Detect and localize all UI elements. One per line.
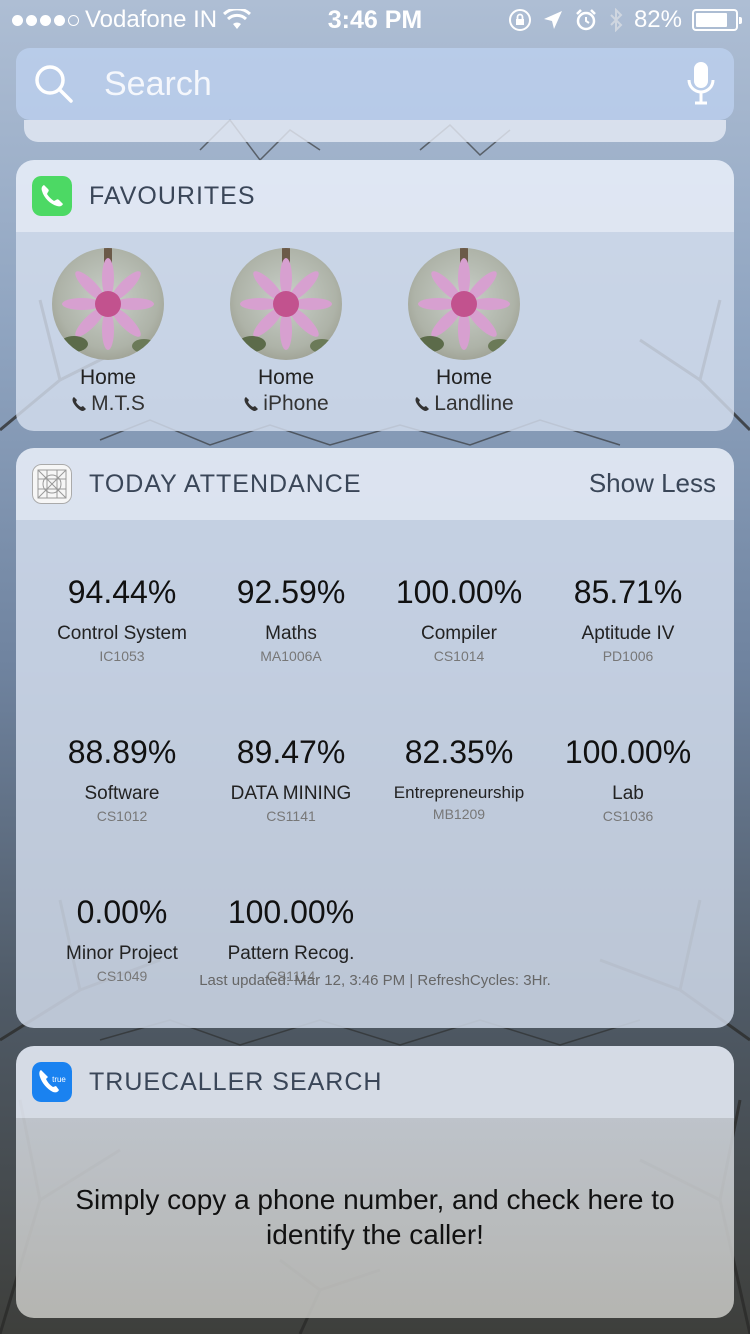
- favourite-contact[interactable]: Home M.T.S: [28, 248, 188, 416]
- subject-code: MB1209: [432, 806, 486, 822]
- attendance-item[interactable]: 85.71% Aptitude IV PD1006: [543, 574, 713, 664]
- contact-label: Landline: [434, 392, 514, 415]
- location-icon: [543, 11, 562, 29]
- subject-code: MA1006A: [260, 648, 322, 664]
- subject-code: CS1141: [266, 808, 316, 824]
- favourites-header[interactable]: FAVOURITES: [16, 160, 734, 232]
- status-bar: Vodafone IN 3:46 PM 82%: [0, 0, 750, 40]
- orientation-lock-icon: [508, 9, 531, 31]
- attendance-percent: 100.00%: [564, 734, 692, 770]
- attendance-percent: 89.47%: [236, 734, 346, 770]
- collapsed-widget-edge: [24, 120, 726, 142]
- spotlight-search-bar[interactable]: [16, 48, 734, 120]
- subject-name: Entrepreneurship: [393, 783, 525, 802]
- attendance-percent: 88.89%: [67, 734, 177, 770]
- attendance-percent: 85.71%: [573, 574, 683, 610]
- attendance-item[interactable]: 94.44% Control System IC1053: [37, 574, 207, 664]
- contact-name: Home: [435, 366, 493, 389]
- subject-code: IC1053: [99, 648, 145, 664]
- attendance-header[interactable]: TODAY ATTENDANCE Show Less: [16, 448, 734, 520]
- show-less-button[interactable]: Show Less: [589, 468, 716, 499]
- attendance-body: 94.44% Control System IC1053 92.59% Math…: [16, 520, 734, 1028]
- bluetooth-icon: [610, 8, 623, 32]
- attendance-item[interactable]: 92.59% Maths MA1006A: [206, 574, 376, 664]
- battery-fill: [696, 13, 728, 27]
- avatar: [52, 248, 164, 360]
- subject-code: CS1012: [96, 808, 148, 824]
- attendance-item[interactable]: 100.00% Compiler CS1014: [374, 574, 544, 664]
- contact-number-label: Landline: [384, 392, 544, 416]
- attendance-percent: 100.00%: [227, 894, 355, 930]
- truecaller-header[interactable]: true TRUECALLER SEARCH: [16, 1046, 734, 1118]
- attendance-item[interactable]: 88.89% Software CS1012: [37, 734, 207, 824]
- last-updated-text: Last updated: Mar 12, 3:46 PM | RefreshC…: [199, 972, 551, 989]
- search-icon: [35, 65, 73, 103]
- attendance-item[interactable]: 0.00% Minor Project CS1049: [37, 894, 207, 984]
- phone-icon: [72, 397, 87, 411]
- favourite-contact[interactable]: Home iPhone: [206, 248, 366, 416]
- contact-label: iPhone: [263, 392, 329, 415]
- truecaller-body: Simply copy a phone number, and check he…: [16, 1118, 734, 1318]
- attendance-percent: 100.00%: [395, 574, 523, 610]
- battery-percent: 82%: [633, 6, 682, 33]
- phone-icon: [415, 397, 430, 411]
- favourite-contact[interactable]: Home Landline: [384, 248, 544, 416]
- favourites-widget: FAVOURITES Home M.T.S Home iPhone Home L…: [16, 160, 734, 431]
- attendance-percent: 94.44%: [67, 574, 177, 610]
- phone-app-icon: [32, 176, 72, 216]
- subject-name: Minor Project: [66, 943, 178, 964]
- truecaller-widget: true TRUECALLER SEARCH Simply copy a pho…: [16, 1046, 734, 1318]
- subject-name: Compiler: [420, 623, 498, 644]
- attendance-percent: 82.35%: [404, 734, 514, 770]
- subject-code: CS1014: [433, 648, 485, 664]
- battery-icon: [692, 9, 742, 31]
- attendance-percent: 0.00%: [76, 894, 168, 930]
- attendance-item[interactable]: 100.00% Lab CS1036: [543, 734, 713, 824]
- alarm-icon: [576, 9, 596, 31]
- subject-code: PD1006: [602, 648, 654, 664]
- contact-name: Home: [79, 366, 137, 389]
- status-right: 82%: [508, 6, 742, 34]
- contact-number-label: iPhone: [206, 392, 366, 416]
- subject-name: DATA MINING: [230, 783, 352, 804]
- favourites-title: FAVOURITES: [89, 182, 256, 210]
- subject-name: Maths: [265, 623, 317, 644]
- favourites-body: Home M.T.S Home iPhone Home Landline: [16, 232, 734, 431]
- subject-name: Software: [84, 783, 160, 804]
- subject-name: Control System: [57, 623, 187, 644]
- truecaller-icon-text: true: [52, 1075, 66, 1084]
- contact-name: Home: [257, 366, 315, 389]
- attendance-item[interactable]: 89.47% DATA MINING CS1141: [206, 734, 376, 824]
- truecaller-message: Simply copy a phone number, and check he…: [75, 1184, 675, 1250]
- attendance-title: TODAY ATTENDANCE: [89, 470, 362, 498]
- attendance-widget: TODAY ATTENDANCE Show Less 94.44% Contro…: [16, 448, 734, 1028]
- subject-code: CS1036: [602, 808, 654, 824]
- avatar: [408, 248, 520, 360]
- truecaller-title: TRUECALLER SEARCH: [89, 1068, 383, 1096]
- subject-name: Lab: [612, 783, 644, 804]
- subject-name: Aptitude IV: [581, 623, 675, 644]
- avatar: [230, 248, 342, 360]
- phone-icon: [244, 397, 259, 411]
- subject-name: Pattern Recog.: [227, 943, 355, 964]
- microphone-icon[interactable]: [686, 60, 716, 106]
- attendance-app-icon: [32, 464, 72, 504]
- search-input[interactable]: [104, 62, 664, 106]
- contact-label: M.T.S: [91, 392, 145, 415]
- attendance-percent: 92.59%: [236, 574, 346, 610]
- contact-number-label: M.T.S: [28, 392, 188, 416]
- attendance-item[interactable]: 82.35% Entrepreneurship MB1209: [374, 734, 544, 822]
- attendance-item[interactable]: 100.00% Pattern Recog. CS1114: [206, 894, 376, 984]
- truecaller-app-icon: true: [32, 1062, 72, 1102]
